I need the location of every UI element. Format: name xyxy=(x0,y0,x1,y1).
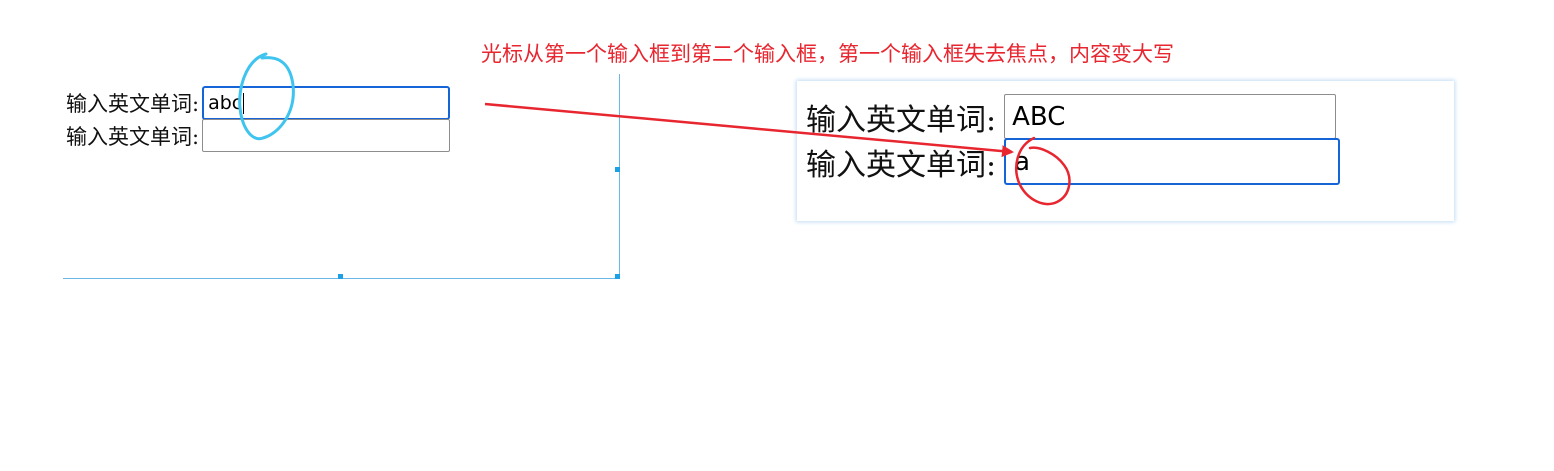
before-row-1: 输入英文单词: abc xyxy=(66,86,451,120)
word-input-2[interactable]: a xyxy=(1004,138,1341,185)
word-label: 输入英文单词: xyxy=(66,124,200,149)
word-input-2-value: a xyxy=(1014,146,1031,177)
after-form-panel: 输入英文单词: ABC 输入英文单词: a xyxy=(797,81,1454,221)
resize-handle-bottom[interactable] xyxy=(338,274,343,279)
after-row-1: 输入英文单词: ABC xyxy=(806,94,1337,139)
resize-handle-corner[interactable] xyxy=(615,274,620,279)
word-input-1-value: abc xyxy=(208,92,243,114)
word-label: 输入英文单词: xyxy=(806,102,997,138)
annotation-title: 光标从第一个输入框到第二个输入框，第一个输入框失去焦点，内容变大写 xyxy=(481,42,1174,66)
word-label: 输入英文单词: xyxy=(66,92,200,116)
before-form-panel: 输入英文单词: abc 输入英文单词: xyxy=(63,74,620,279)
text-caret xyxy=(243,92,245,114)
before-row-2: 输入英文单词: xyxy=(66,119,451,152)
word-input-1[interactable]: abc xyxy=(202,86,451,120)
after-row-2: 输入英文单词: a xyxy=(806,138,1341,185)
word-input-2[interactable] xyxy=(202,119,451,152)
resize-handle-right[interactable] xyxy=(615,167,620,172)
word-input-1-value: ABC xyxy=(1012,101,1066,132)
word-input-1[interactable]: ABC xyxy=(1004,94,1337,139)
word-label: 输入英文单词: xyxy=(806,147,997,183)
